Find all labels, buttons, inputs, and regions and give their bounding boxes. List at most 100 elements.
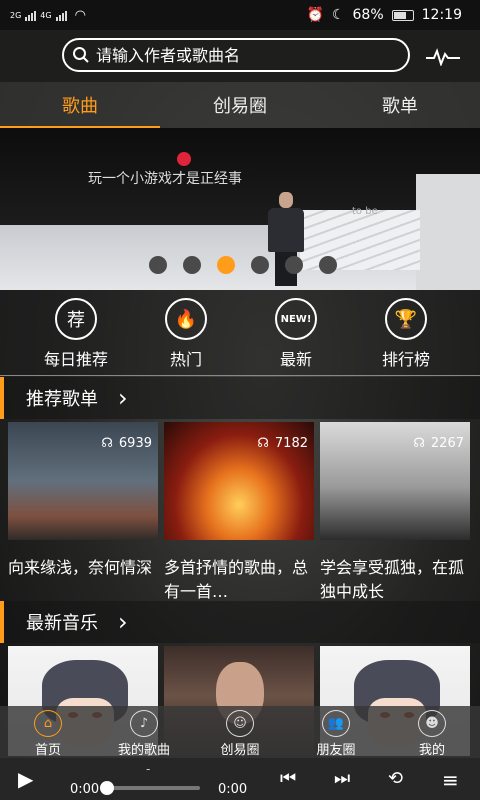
nav-label: 首页 <box>34 743 61 758</box>
battery-icon <box>391 9 414 21</box>
play-count: ☊ 2267 <box>413 436 464 451</box>
search-row <box>0 30 480 82</box>
carousel-dot[interactable] <box>285 256 303 274</box>
search-input[interactable] <box>96 45 386 65</box>
playlist-title: 学会享受孤独，在孤独中成长 <box>320 558 465 601</box>
play-count-value: 6939 <box>118 436 152 451</box>
playlist-cover[interactable]: ☊ 6939 <box>8 422 158 540</box>
status-bar: 2G 4G ◠ ⏰ ☾ 68% 12:19 <box>0 0 480 30</box>
track-title: - <box>146 762 151 776</box>
flame-icon: 🔥 <box>165 298 207 340</box>
battery-percent: 68% <box>352 7 384 23</box>
repeat-icon[interactable]: ⟲ <box>388 768 403 789</box>
search-box[interactable] <box>62 38 410 72</box>
moon-icon: ☾ <box>331 7 345 23</box>
play-count: ☊ 6939 <box>101 436 152 451</box>
carousel-dot[interactable] <box>149 256 167 274</box>
chevron-right-icon[interactable]: › <box>118 608 128 636</box>
total-time: 0:00 <box>218 782 248 797</box>
new-badge-icon: NEW! <box>275 298 317 340</box>
recommended-list: ☊ 6939 向来缘浅，奈何情深 ☊ 7182 多首抒情的歌曲，总有一首… ☊ … <box>0 422 480 604</box>
section-title: 最新音乐 <box>26 613 98 634</box>
status-right: ⏰ ☾ 68% 12:19 <box>307 7 462 23</box>
search-icon <box>73 47 89 63</box>
user-icon: ☻ <box>418 710 446 737</box>
wifi-icon: ◠ <box>74 7 86 23</box>
mini-player: ▶ - 0:00 0:00 ⏮ ⏭ ⟲ ≡ <box>0 758 480 800</box>
network-type-1: 2G <box>10 10 22 20</box>
nav-my-songs[interactable]: ♪ 我的歌曲 <box>96 706 192 758</box>
next-icon[interactable]: ⏭ <box>334 768 350 789</box>
playlist-card[interactable]: ☊ 7182 多首抒情的歌曲，总有一首… <box>164 422 314 604</box>
banner-slogan: 玩一个小游戏才是正经事 <box>88 171 242 187</box>
nav-home[interactable]: ⌂ 首页 <box>0 706 96 758</box>
nav-label: 我的歌曲 <box>117 743 170 758</box>
signal-icon <box>25 9 37 21</box>
section-accent <box>0 601 4 643</box>
alarm-icon: ⏰ <box>306 7 324 23</box>
nav-circle[interactable]: ☺ 创易圈 <box>192 706 288 758</box>
carousel-dot[interactable] <box>319 256 337 274</box>
nav-label: 我的 <box>418 743 445 758</box>
progress-knob[interactable] <box>100 781 114 795</box>
carousel-dot-active[interactable] <box>217 256 235 274</box>
tab-bar: 歌曲 创易圈 歌单 <box>0 82 480 128</box>
quick-label: 排行榜 <box>381 350 430 369</box>
hot-button[interactable]: 🔥 热门 <box>131 290 241 375</box>
current-time: 0:00 <box>70 782 100 797</box>
playlist-card[interactable]: ☊ 2267 学会享受孤独，在孤独中成长 <box>320 422 470 604</box>
listeners-icon: ☊ <box>413 436 425 451</box>
smile-bot-icon: ☺ <box>226 710 254 737</box>
newest-button[interactable]: NEW! 最新 <box>241 290 351 375</box>
playlist-title: 向来缘浅，奈何情深 <box>8 558 153 577</box>
play-count-value: 7182 <box>274 436 308 451</box>
carousel-dot[interactable] <box>183 256 201 274</box>
nav-friends[interactable]: 👥 朋友圈 <box>288 706 384 758</box>
latest-header[interactable]: 最新音乐 › <box>0 601 480 643</box>
carousel-dot[interactable] <box>251 256 269 274</box>
quick-label: 最新 <box>279 350 312 369</box>
ranking-button[interactable]: 🏆 排行榜 <box>351 290 461 375</box>
friends-icon: 👥 <box>322 710 350 737</box>
clock: 12:19 <box>421 7 462 23</box>
tab-playlists[interactable]: 歌单 <box>320 82 480 128</box>
playlist-card[interactable]: ☊ 6939 向来缘浅，奈何情深 <box>8 422 158 604</box>
chevron-right-icon[interactable]: › <box>118 384 128 412</box>
bottom-nav: ⌂ 首页 ♪ 我的歌曲 ☺ 创易圈 👥 朋友圈 ☻ 我的 <box>0 706 480 758</box>
nav-label: 创易圈 <box>220 743 260 758</box>
recommended-header[interactable]: 推荐歌单 › <box>0 377 480 419</box>
network-type-2: 4G <box>40 10 52 20</box>
section-accent <box>0 377 4 419</box>
music-note-icon: ♪ <box>130 710 158 737</box>
playlist-cover[interactable]: ☊ 2267 <box>320 422 470 540</box>
play-count-value: 2267 <box>430 436 464 451</box>
brand-logo <box>177 152 191 166</box>
play-icon[interactable]: ▶ <box>18 767 33 791</box>
tab-songs[interactable]: 歌曲 <box>0 82 160 128</box>
daily-recommend-button[interactable]: 荐 每日推荐 <box>21 290 131 375</box>
listeners-icon: ☊ <box>257 436 269 451</box>
waveform-icon[interactable] <box>426 48 460 66</box>
listeners-icon: ☊ <box>101 436 113 451</box>
quick-label: 每日推荐 <box>43 350 108 369</box>
playlist-title: 多首抒情的歌曲，总有一首… <box>164 558 309 601</box>
quick-actions: 荐 每日推荐 🔥 热门 NEW! 最新 🏆 排行榜 <box>0 290 480 376</box>
quick-label: 热门 <box>169 350 202 369</box>
signal-icon-2 <box>55 9 67 21</box>
playlist-menu-icon[interactable]: ≡ <box>442 768 459 792</box>
banner-brand: to be <box>352 206 378 217</box>
home-icon: ⌂ <box>34 710 62 737</box>
section-title: 推荐歌单 <box>26 389 98 410</box>
nav-me[interactable]: ☻ 我的 <box>384 706 480 758</box>
tab-circle[interactable]: 创易圈 <box>160 82 320 128</box>
recommend-icon: 荐 <box>55 298 97 340</box>
playlist-cover[interactable]: ☊ 7182 <box>164 422 314 540</box>
signal-area: 2G 4G ◠ <box>10 8 86 23</box>
progress-track[interactable] <box>104 786 200 790</box>
nav-label: 朋友圈 <box>316 743 356 758</box>
carousel-indicator <box>0 256 480 274</box>
previous-icon[interactable]: ⏮ <box>280 768 296 789</box>
banner-carousel[interactable]: 玩一个小游戏才是正经事 to be <box>0 128 480 290</box>
play-count: ☊ 7182 <box>257 436 308 451</box>
trophy-icon: 🏆 <box>385 298 427 340</box>
